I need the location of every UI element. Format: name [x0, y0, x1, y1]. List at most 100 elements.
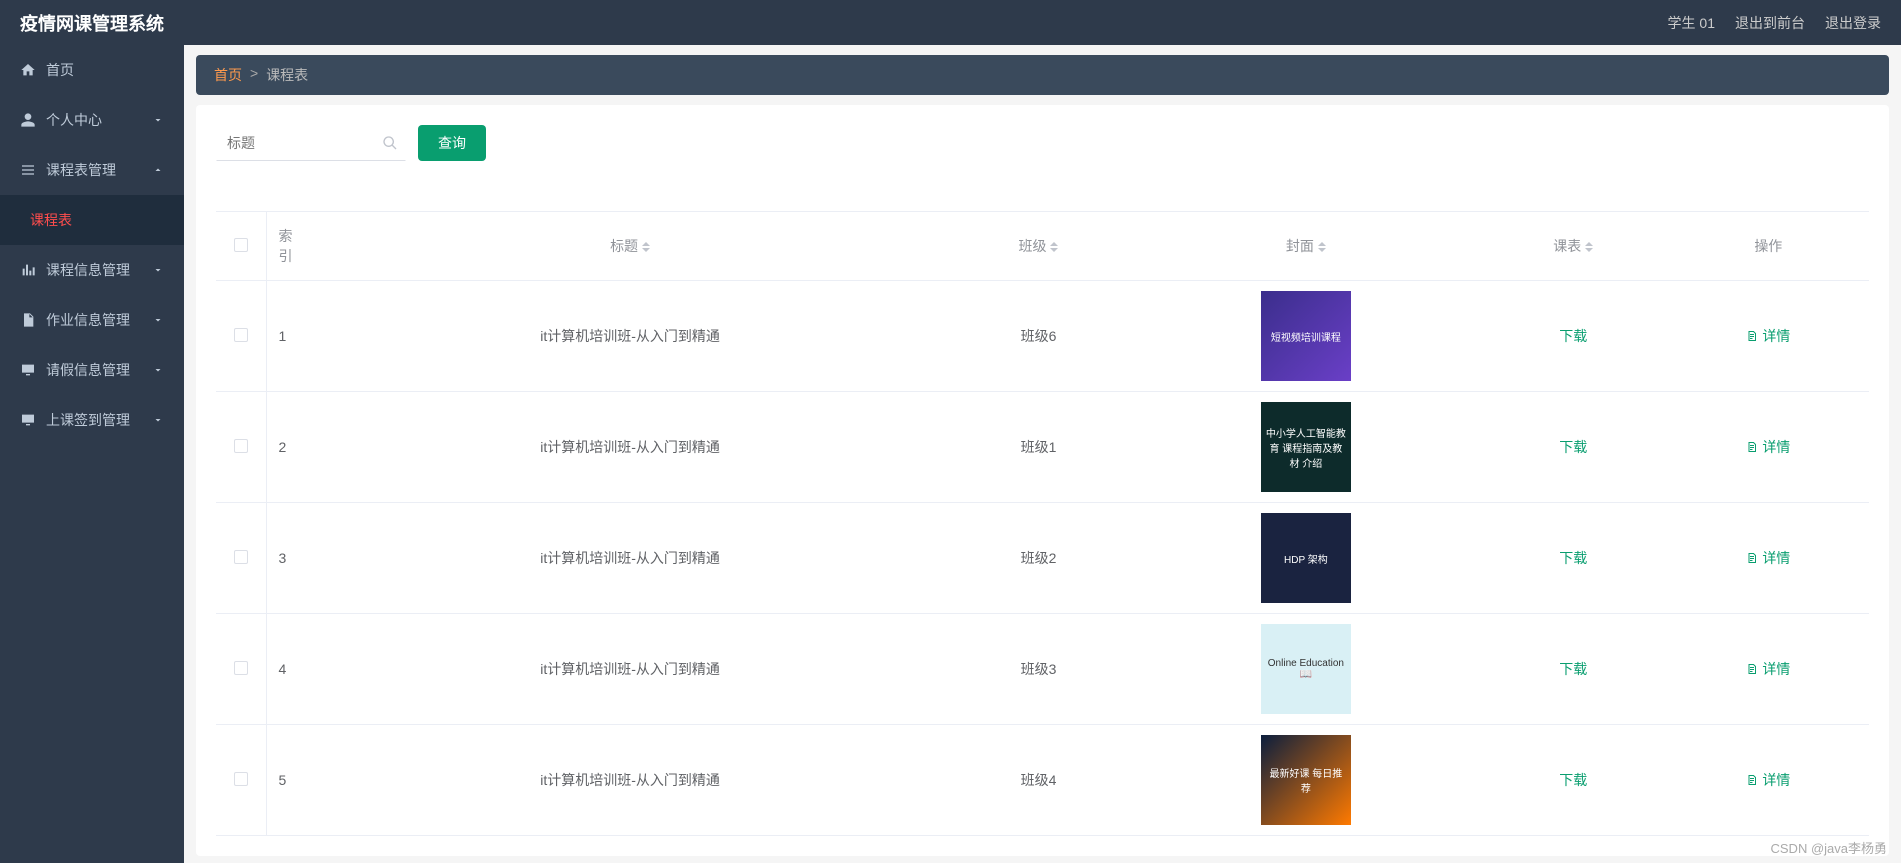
cell-class: 班级3: [944, 614, 1133, 725]
home-icon: [20, 62, 36, 78]
cell-index: 3: [266, 503, 316, 614]
cover-thumbnail[interactable]: 中小学人工智能教育 课程指南及教材 介绍: [1261, 402, 1351, 492]
logout-link[interactable]: 退出登录: [1825, 13, 1881, 33]
cell-index: 1: [266, 281, 316, 392]
header-right: 学生 01 退出到前台 退出登录: [1668, 13, 1881, 33]
sidebar-item-leave[interactable]: 请假信息管理: [0, 345, 184, 395]
th-timetable[interactable]: 课表: [1479, 212, 1668, 281]
breadcrumb-current: 课程表: [266, 65, 308, 85]
sort-icon: [1585, 238, 1593, 256]
chevron-down-icon: [152, 314, 164, 326]
search-button[interactable]: 查询: [418, 125, 486, 161]
row-checkbox[interactable]: [234, 439, 248, 453]
cell-action: 详情: [1668, 503, 1869, 614]
download-link[interactable]: 下载: [1559, 439, 1587, 455]
cover-thumbnail[interactable]: Online Education 📖: [1261, 624, 1351, 714]
sidebar-item-course-info[interactable]: 课程信息管理: [0, 245, 184, 295]
cell-class: 班级6: [944, 281, 1133, 392]
row-checkbox[interactable]: [234, 328, 248, 342]
breadcrumb-home[interactable]: 首页: [214, 65, 242, 85]
sidebar-label: 课程表管理: [46, 160, 116, 180]
sidebar-item-schedule-mgmt[interactable]: 课程表管理: [0, 145, 184, 195]
cell-timetable: 下载: [1479, 281, 1668, 392]
monitor-icon: [20, 362, 36, 378]
row-checkbox[interactable]: [234, 550, 248, 564]
download-link[interactable]: 下载: [1559, 772, 1587, 788]
th-title[interactable]: 标题: [316, 212, 944, 281]
th-class[interactable]: 班级: [944, 212, 1133, 281]
cell-index: 4: [266, 614, 316, 725]
detail-button[interactable]: 详情: [1746, 770, 1790, 790]
sidebar-item-checkin[interactable]: 上课签到管理: [0, 395, 184, 445]
sidebar-item-homework[interactable]: 作业信息管理: [0, 295, 184, 345]
sidebar-item-home[interactable]: 首页: [0, 45, 184, 95]
cell-title: it计算机培训班-从入门到精通: [316, 281, 944, 392]
download-link[interactable]: 下载: [1559, 661, 1587, 677]
detail-button[interactable]: 详情: [1746, 437, 1790, 457]
download-link[interactable]: 下载: [1559, 550, 1587, 566]
sidebar-label: 作业信息管理: [46, 310, 130, 330]
chevron-down-icon: [152, 114, 164, 126]
monitor-icon: [20, 412, 36, 428]
table-row: 1 it计算机培训班-从入门到精通 班级6 短视频培训课程 下载 详情: [216, 281, 1869, 392]
cell-cover: 中小学人工智能教育 课程指南及教材 介绍: [1133, 392, 1479, 503]
content-card: 查询 索引 标题 班级 封面 课表 操作 1 it计算机培训班-从入门到精通: [196, 105, 1889, 856]
search-icon: [382, 135, 398, 151]
detail-button[interactable]: 详情: [1746, 548, 1790, 568]
cell-timetable: 下载: [1479, 614, 1668, 725]
cell-index: 2: [266, 392, 316, 503]
cell-title: it计算机培训班-从入门到精通: [316, 614, 944, 725]
cell-title: it计算机培训班-从入门到精通: [316, 725, 944, 836]
watermark: CSDN @java李杨勇: [1771, 838, 1888, 857]
cell-class: 班级1: [944, 392, 1133, 503]
table-row: 4 it计算机培训班-从入门到精通 班级3 Online Education 📖…: [216, 614, 1869, 725]
app-title: 疫情网课管理系统: [20, 10, 164, 36]
th-cover[interactable]: 封面: [1133, 212, 1479, 281]
sort-icon: [642, 238, 650, 256]
cell-cover: HDP 架构: [1133, 503, 1479, 614]
cell-timetable: 下载: [1479, 503, 1668, 614]
sidebar-item-personal[interactable]: 个人中心: [0, 95, 184, 145]
schedule-table: 索引 标题 班级 封面 课表 操作 1 it计算机培训班-从入门到精通 班级6 …: [216, 211, 1869, 836]
cell-action: 详情: [1668, 392, 1869, 503]
document-icon: [1746, 663, 1758, 675]
cell-title: it计算机培训班-从入门到精通: [316, 392, 944, 503]
cover-thumbnail[interactable]: HDP 架构: [1261, 513, 1351, 603]
detail-button[interactable]: 详情: [1746, 326, 1790, 346]
document-icon: [1746, 774, 1758, 786]
sidebar-label: 个人中心: [46, 110, 102, 130]
chart-icon: [20, 262, 36, 278]
th-index: 索引: [266, 212, 316, 281]
main-content: 首页 > 课程表 查询 索引 标题 班级 封面: [184, 45, 1901, 863]
user-name[interactable]: 学生 01: [1668, 13, 1715, 33]
sidebar-label: 上课签到管理: [46, 410, 130, 430]
sort-icon: [1318, 238, 1326, 256]
row-checkbox[interactable]: [234, 661, 248, 675]
cell-class: 班级2: [944, 503, 1133, 614]
title-search-input[interactable]: [216, 125, 406, 161]
sidebar-subitem-schedule[interactable]: 课程表: [0, 195, 184, 245]
sidebar: 首页 个人中心 课程表管理 课程表 课程信息管理: [0, 45, 184, 863]
cover-thumbnail[interactable]: 最新好课 每日推荐: [1261, 735, 1351, 825]
table-row: 2 it计算机培训班-从入门到精通 班级1 中小学人工智能教育 课程指南及教材 …: [216, 392, 1869, 503]
cell-cover: 最新好课 每日推荐: [1133, 725, 1479, 836]
sidebar-label: 课程信息管理: [46, 260, 130, 280]
document-icon: [1746, 330, 1758, 342]
header: 疫情网课管理系统 学生 01 退出到前台 退出登录: [0, 0, 1901, 45]
back-to-front-link[interactable]: 退出到前台: [1735, 13, 1805, 33]
chevron-down-icon: [152, 414, 164, 426]
cell-title: it计算机培训班-从入门到精通: [316, 503, 944, 614]
download-link[interactable]: 下载: [1559, 328, 1587, 344]
sidebar-label: 课程表: [30, 210, 72, 230]
chevron-down-icon: [152, 364, 164, 376]
breadcrumb-separator: >: [250, 65, 258, 85]
cell-class: 班级4: [944, 725, 1133, 836]
detail-button[interactable]: 详情: [1746, 659, 1790, 679]
select-all-checkbox[interactable]: [234, 238, 248, 252]
chevron-up-icon: [152, 164, 164, 176]
cell-index: 5: [266, 725, 316, 836]
row-checkbox[interactable]: [234, 772, 248, 786]
cover-thumbnail[interactable]: 短视频培训课程: [1261, 291, 1351, 381]
chevron-down-icon: [152, 264, 164, 276]
cell-action: 详情: [1668, 281, 1869, 392]
